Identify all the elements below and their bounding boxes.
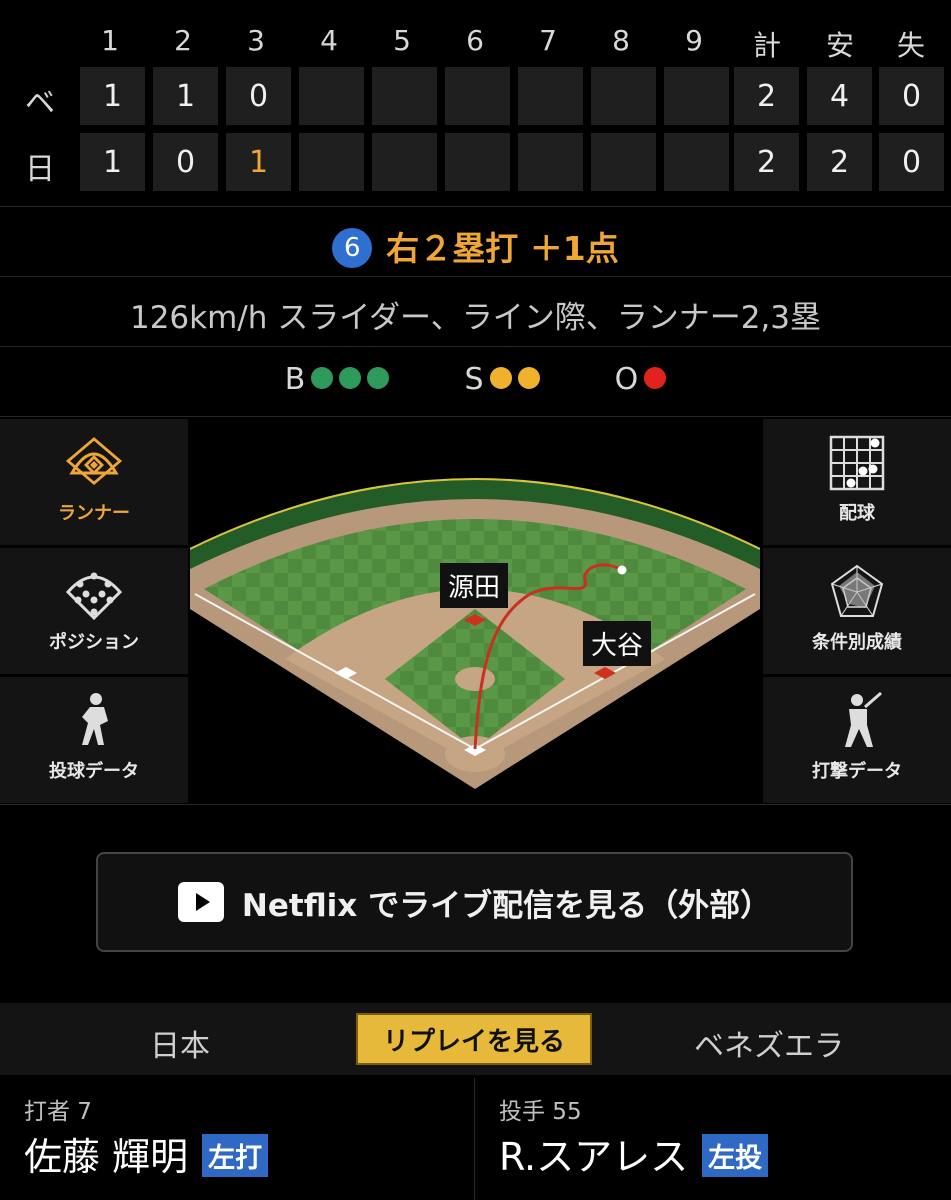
- ball-strike-out-count: B S O: [0, 362, 951, 397]
- runner-third-tag: 大谷: [583, 621, 652, 666]
- ball-dot: [311, 366, 334, 389]
- tab-home-team[interactable]: 日本: [150, 1021, 210, 1065]
- score-cell: [664, 67, 729, 125]
- score-cell: 0: [153, 133, 218, 191]
- pitch-sequence-tab-label: 配球: [839, 503, 875, 524]
- total-hits-cell: 4: [807, 67, 872, 125]
- score-cell: 0: [226, 67, 291, 125]
- strikes-label: S: [464, 362, 484, 397]
- score-cell: [372, 67, 437, 125]
- split-stats-tab[interactable]: 条件別成績: [763, 548, 951, 674]
- ball-dot: [367, 366, 390, 389]
- batter-name: 佐藤 輝明: [24, 1135, 189, 1179]
- pitchers-mound: [455, 667, 495, 691]
- radar-icon: [830, 564, 884, 617]
- hits-header: 安: [825, 29, 854, 62]
- score-cell: [372, 133, 437, 191]
- strike-dot: [517, 366, 540, 389]
- inning-1-header: 1: [101, 24, 119, 57]
- score-cell: [664, 133, 729, 191]
- pitcher-role: 投手 55: [499, 1099, 582, 1125]
- netflix-stream-button[interactable]: Netflix でライブ配信を見る（外部）: [96, 852, 853, 952]
- outs-label: O: [614, 362, 639, 397]
- runner-tab[interactable]: ランナー: [0, 419, 188, 545]
- play-result-text: 右２塁打 ＋1点: [386, 229, 619, 268]
- runner-second-tag: 源田: [440, 563, 509, 608]
- batter-hand-badge: 左打: [202, 1134, 269, 1177]
- batting-data-tab-label: 打撃データ: [812, 761, 902, 782]
- split-stats-tab-label: 条件別成績: [812, 632, 902, 653]
- balls-label: B: [284, 362, 306, 397]
- tab-away-team[interactable]: ベネズエラ: [694, 1021, 844, 1065]
- batting-order-badge: 6: [332, 227, 373, 268]
- play-result: 6 右２塁打 ＋1点: [0, 222, 951, 271]
- position-tab-label: ポジション: [49, 632, 139, 653]
- inning-5-header: 5: [393, 24, 411, 57]
- inning-4-header: 4: [320, 24, 338, 57]
- score-cell: [445, 133, 510, 191]
- score-cell: [591, 133, 656, 191]
- diamond-icon: [65, 437, 123, 485]
- score-cell: [518, 67, 583, 125]
- runner-tab-label: ランナー: [58, 503, 130, 524]
- out-dot: [644, 366, 667, 389]
- score-cell-current: 1: [226, 133, 291, 191]
- score-cell: 1: [153, 67, 218, 125]
- divider: [0, 346, 951, 347]
- score-cell: 1: [80, 133, 145, 191]
- errors-header: 失: [896, 29, 925, 62]
- inning-8-header: 8: [612, 24, 630, 57]
- batter-panel[interactable]: 打者 7 佐藤 輝明 左打: [0, 1078, 473, 1200]
- batter-name-row: 佐藤 輝明 左打: [24, 1126, 269, 1181]
- pitching-data-tab[interactable]: 投球データ: [0, 677, 188, 803]
- total-runs-cell: 2: [734, 67, 799, 125]
- batting-data-tab[interactable]: 打撃データ: [763, 677, 951, 803]
- pitcher-panel[interactable]: 投手 55 R.スアレス 左投: [475, 1078, 951, 1200]
- strike-dot: [489, 366, 512, 389]
- total-hits-cell: 2: [807, 133, 872, 191]
- pitch-detail: 126km/h スライダー、ライン際、ランナー2,3塁: [129, 300, 821, 336]
- divider: [0, 804, 951, 805]
- replay-button[interactable]: リプレイを見る: [356, 1013, 592, 1065]
- score-cell: [518, 133, 583, 191]
- pitcher-name-row: R.スアレス 左投: [499, 1126, 769, 1181]
- grid-icon: [829, 435, 885, 491]
- batter-icon: [845, 691, 882, 747]
- ball-dot: [339, 366, 362, 389]
- score-cell: [299, 67, 364, 125]
- netflix-stream-label: Netflix でライブ配信を見る（外部）: [241, 887, 772, 924]
- inning-7-header: 7: [539, 24, 557, 57]
- team-away-label: ベ: [25, 86, 55, 121]
- divider: [0, 276, 951, 277]
- pitcher-name: R.スアレス: [499, 1135, 689, 1179]
- total-runs-cell: 2: [734, 133, 799, 191]
- score-cell: [299, 133, 364, 191]
- team-home-label: 日: [25, 152, 55, 187]
- pitching-data-tab-label: 投球データ: [49, 761, 139, 782]
- total-errors-cell: 0: [879, 67, 944, 125]
- inning-3-header: 3: [247, 24, 265, 57]
- score-cell: 1: [80, 67, 145, 125]
- inning-9-header: 9: [685, 24, 703, 57]
- pitcher-icon: [82, 693, 108, 745]
- position-tab[interactable]: ポジション: [0, 548, 188, 674]
- pitcher-hand-badge: 左投: [702, 1134, 769, 1177]
- inning-2-header: 2: [174, 24, 192, 57]
- pitch-sequence-tab[interactable]: 配球: [763, 419, 951, 545]
- team-tab-bar: 日本 リプレイを見る ベネズエラ: [0, 1003, 951, 1075]
- batter-role: 打者 7: [24, 1099, 92, 1125]
- inning-6-header: 6: [466, 24, 484, 57]
- play-icon: [177, 882, 224, 922]
- score-cell: [445, 67, 510, 125]
- positions-icon: [65, 572, 123, 621]
- baseball-field: [190, 478, 760, 789]
- ball-landing-point: [617, 565, 627, 575]
- runs-header: 計: [752, 29, 781, 62]
- divider: [0, 206, 951, 207]
- score-cell: [591, 67, 656, 125]
- divider: [0, 416, 951, 417]
- total-errors-cell: 0: [879, 133, 944, 191]
